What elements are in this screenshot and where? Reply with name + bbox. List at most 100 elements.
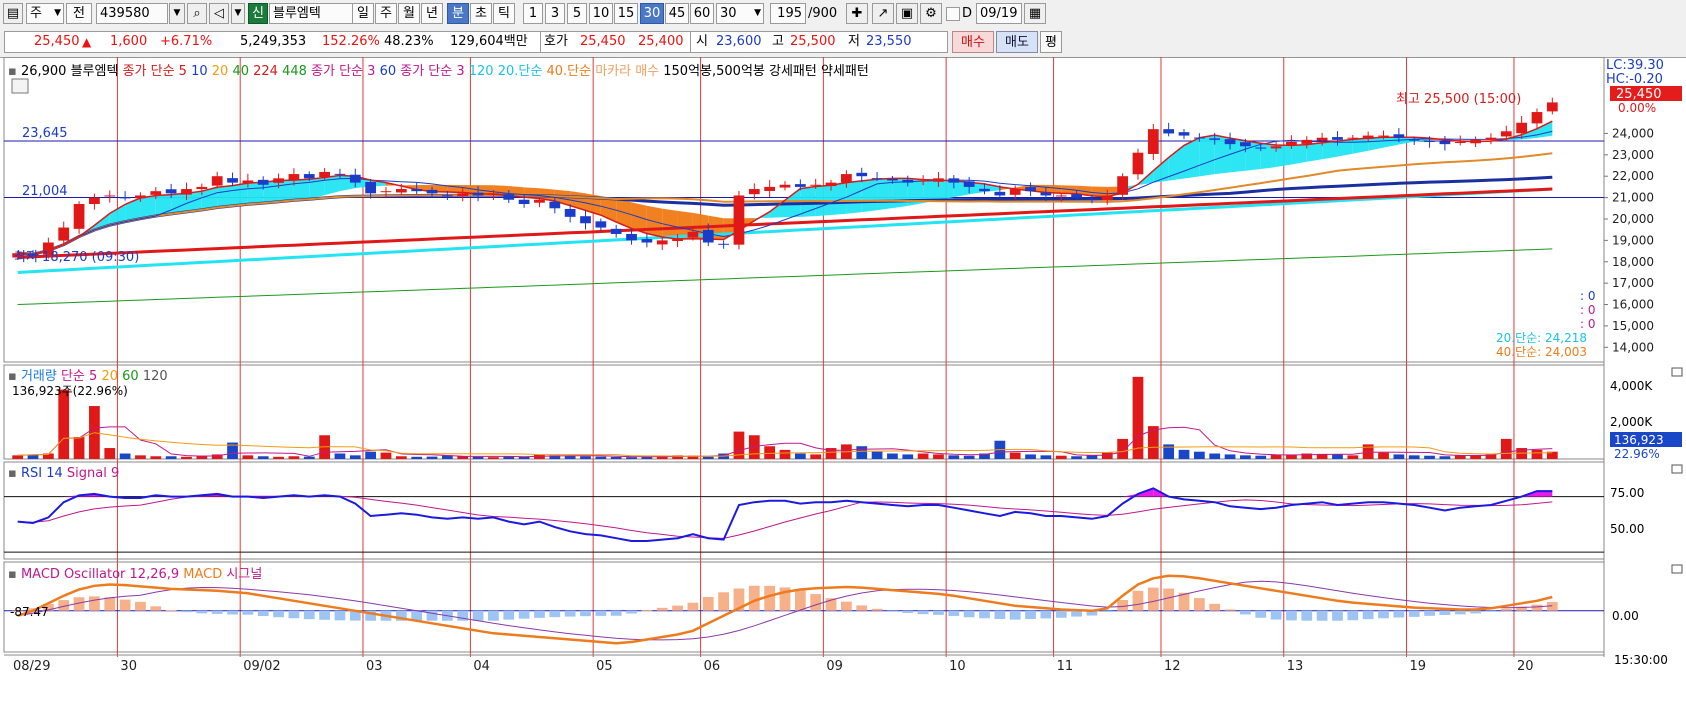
hline-label-1: 23,645 xyxy=(22,126,68,141)
legend-item: 단순 5 xyxy=(61,369,101,384)
code-input[interactable]: 439580 xyxy=(96,3,168,24)
minute-select[interactable]: 30 ▼ xyxy=(716,3,764,24)
legend-item: 60 xyxy=(380,64,401,79)
hc-label: HC:-0.20 xyxy=(1606,72,1663,87)
volume-bar xyxy=(73,437,85,459)
volume-bar xyxy=(1224,454,1236,459)
legend-item: 종가 단순 5 xyxy=(123,64,192,79)
legend-item: 40 xyxy=(232,64,253,79)
code-dropdown-icon[interactable]: ▼ xyxy=(169,3,185,24)
buy-button[interactable]: 매수 xyxy=(952,31,994,53)
tab-period-minute[interactable]: 분 xyxy=(447,3,469,24)
date-input[interactable]: 09/19 xyxy=(976,3,1022,24)
tab-minute-60[interactable]: 60 xyxy=(690,3,714,24)
macd-oscillator-bar xyxy=(871,608,883,611)
ma-ribbon-segment xyxy=(1291,144,1307,165)
volume-bar xyxy=(257,456,269,459)
tab-minute-45[interactable]: 45 xyxy=(665,3,689,24)
prev-button[interactable]: 전 xyxy=(66,3,92,24)
legend-item: 448 xyxy=(282,64,311,79)
speaker-icon[interactable]: ◁ xyxy=(209,3,229,24)
candle-body xyxy=(1516,122,1528,134)
price-tick-label: 23,000 xyxy=(1612,148,1654,162)
macd-oscillator-bar xyxy=(672,605,683,611)
price-tick-label: 16,000 xyxy=(1612,298,1654,312)
macd-oscillator-bar xyxy=(702,597,714,611)
tab-minute-10[interactable]: 10 xyxy=(589,3,613,24)
legend-item: 종가 단순 3 xyxy=(311,64,380,79)
legend-bullet-icon: ▪ xyxy=(8,567,21,582)
tab-period-week[interactable]: 주 xyxy=(375,3,397,24)
candle-body xyxy=(303,174,315,179)
candle-body xyxy=(518,199,530,205)
volume-bar xyxy=(963,455,975,459)
tab-minute-15[interactable]: 15 xyxy=(614,3,638,24)
candle-body xyxy=(472,192,484,196)
tab-period-second[interactable]: 초 xyxy=(470,3,492,24)
candle-body xyxy=(641,239,653,243)
eval-button[interactable]: 평 xyxy=(1040,31,1062,53)
candle-body xyxy=(1009,189,1021,195)
candle-body xyxy=(1147,129,1159,154)
macd-oscillator-bar xyxy=(1209,603,1221,611)
up-arrow-icon: ▲ xyxy=(82,35,92,49)
volume-bar xyxy=(104,448,116,459)
x-axis-label: 19 xyxy=(1410,659,1427,674)
chart-canvas[interactable]: 14,000 15,000 16,000 17,000 18,000 19,000 20,0… xyxy=(0,57,1686,723)
chart-settings-icon[interactable]: ▤ xyxy=(3,3,23,24)
sell-button[interactable]: 매도 xyxy=(996,31,1038,53)
ma-ribbon-segment xyxy=(1368,137,1384,151)
candle-body xyxy=(794,184,806,187)
tab-minute-3[interactable]: 3 xyxy=(545,3,565,24)
candle-body xyxy=(1301,139,1313,144)
legend-item: MACD xyxy=(183,567,226,582)
panel-collapse-icon xyxy=(1671,367,1683,377)
save-icon[interactable]: ▣ xyxy=(896,3,918,24)
speaker-dropdown-icon[interactable]: ▼ xyxy=(231,3,245,24)
calendar-icon[interactable]: ▦ xyxy=(1024,3,1046,24)
main-toolbar: ▤ 주 ▼ 전 439580 ▼ ⌕ ◁ ▼ 신 블루엠텍 일 주 월 년 분 초… xyxy=(0,0,1686,29)
tab-minute-5[interactable]: 5 xyxy=(567,3,587,24)
price-tick-label: 20,000 xyxy=(1612,212,1654,226)
macd-oscillator-bar xyxy=(1055,610,1067,618)
candle-body xyxy=(1439,141,1451,145)
quote-high: 25,500 xyxy=(790,34,836,49)
tab-period-month[interactable]: 월 xyxy=(398,3,420,24)
tab-period-year[interactable]: 년 xyxy=(421,3,443,24)
legend-item: 거래량 xyxy=(21,369,61,384)
volume-bar xyxy=(580,456,591,459)
candle-body xyxy=(672,238,683,242)
tab-period-day[interactable]: 일 xyxy=(352,3,374,24)
candle-body xyxy=(748,189,760,195)
candle-body xyxy=(779,184,791,188)
gear-icon[interactable]: ⚙ xyxy=(920,3,942,24)
count-input[interactable]: 195 xyxy=(770,3,806,24)
tab-minute-30[interactable]: 30 xyxy=(640,3,664,24)
tab-period-tick[interactable]: 틱 xyxy=(493,3,515,24)
tab-minute-1[interactable]: 1 xyxy=(523,3,543,24)
macd-oscillator-bar xyxy=(1393,610,1405,618)
volume-bar xyxy=(58,389,70,459)
high-annotation: 최고 25,500 (15:00) xyxy=(1396,92,1521,107)
candle-body xyxy=(442,195,453,197)
macd-tick: 0.00 xyxy=(1612,609,1639,623)
d-checkbox-label: D xyxy=(962,6,973,21)
period-dropdown[interactable]: 주 ▼ xyxy=(26,3,64,24)
candle-body xyxy=(181,189,192,195)
trend-tool-icon[interactable]: ↗ xyxy=(872,3,894,24)
high-label: 고 xyxy=(772,34,784,49)
search-icon[interactable]: ⌕ xyxy=(187,3,207,24)
grid-toggle-icon[interactable] xyxy=(11,78,29,94)
d-checkbox[interactable] xyxy=(946,7,960,21)
volume-bar xyxy=(334,453,346,459)
candle-body xyxy=(933,178,944,182)
candle-body xyxy=(1316,137,1328,141)
ma-ribbon-segment xyxy=(1352,138,1369,154)
volume-bar xyxy=(626,457,637,459)
stock-name-field[interactable]: 블루엠텍 xyxy=(269,3,353,24)
crosshair-icon[interactable]: ✚ xyxy=(846,3,868,24)
volume-bar xyxy=(1408,455,1420,459)
volume-bar xyxy=(1178,449,1190,459)
low-annotation: 최저 18,270 (09:30) xyxy=(14,250,139,265)
volume-bar xyxy=(181,456,192,459)
